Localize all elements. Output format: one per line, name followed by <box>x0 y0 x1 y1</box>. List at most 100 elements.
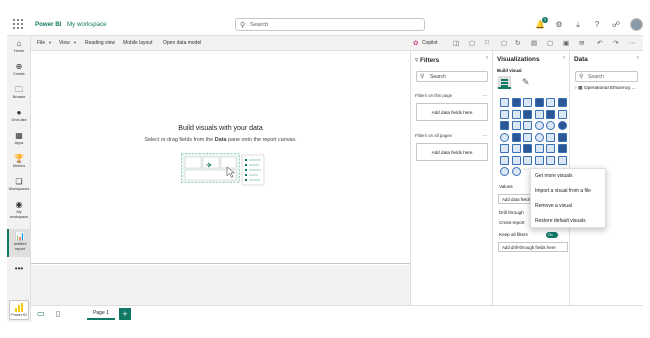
smart-narrative-icon[interactable] <box>534 155 544 165</box>
drill-through-drop-zone[interactable]: Add drill-through fields here <box>498 242 568 252</box>
all-pages-filter-drop-zone[interactable]: Add data fields here <box>416 143 488 161</box>
comment-icon[interactable]: ▢ <box>469 39 475 47</box>
insert-visual-icon[interactable]: ◫ <box>453 39 459 47</box>
format-icon[interactable]: ▢ <box>547 39 553 47</box>
text-box-icon[interactable]: □ <box>485 39 489 46</box>
pie-chart-icon[interactable] <box>534 121 544 130</box>
build-visual-tab-icon[interactable] <box>498 76 511 89</box>
more-options-icon[interactable]: ⋯ <box>629 39 636 47</box>
mobile-view-icon[interactable]: ▯ <box>56 309 60 318</box>
stacked-column-chart-icon[interactable] <box>511 98 521 107</box>
stacked-area-chart-icon[interactable] <box>523 109 532 119</box>
settings-icon[interactable]: ⚙ <box>554 20 564 30</box>
data-search-input[interactable]: ⚲ Search <box>575 71 638 82</box>
card-icon[interactable] <box>546 132 555 142</box>
nav-metrics[interactable]: 🏆 Metrics <box>7 154 31 169</box>
more-options-icon[interactable]: ... <box>483 132 487 138</box>
mobile-layout-button[interactable]: Mobile layout <box>123 40 152 46</box>
r-script-visual-icon[interactable] <box>546 144 555 153</box>
download-icon[interactable]: ⤓ <box>573 20 583 30</box>
nav-create[interactable]: ⊕ Create <box>7 62 31 77</box>
share-icon[interactable]: ☍ <box>611 20 621 30</box>
line-and-column-chart-icon[interactable] <box>534 109 544 119</box>
funnel-chart-icon[interactable] <box>511 121 521 130</box>
notification-icon[interactable]: 🔔 3 <box>535 16 548 30</box>
power-bi-switcher[interactable]: Power BI <box>9 300 29 320</box>
app-title[interactable]: Power BI <box>35 21 61 28</box>
matrix-icon[interactable] <box>534 144 544 153</box>
workspace-link[interactable]: My workspace <box>67 21 107 28</box>
azure-map-icon[interactable] <box>523 132 532 142</box>
copilot-button[interactable]: Copilot <box>422 40 438 46</box>
100-stacked-column-chart-icon[interactable] <box>557 98 567 107</box>
map-icon[interactable] <box>500 132 509 142</box>
filters-search-input[interactable]: ⚲ Search <box>416 71 488 82</box>
nav-more-icon[interactable]: ••• <box>7 264 31 273</box>
slicer-icon[interactable] <box>511 144 521 153</box>
undo-icon[interactable]: ↶ <box>597 39 602 47</box>
keep-all-filters-toggle[interactable]: On <box>546 232 558 238</box>
ribbon-chart-icon[interactable] <box>557 109 567 119</box>
remove-visual-menu-item[interactable]: Remove a visual <box>535 203 572 209</box>
subscribe-icon[interactable]: ✉ <box>579 39 584 47</box>
multi-row-card-icon[interactable] <box>557 132 567 142</box>
gauge-icon[interactable] <box>534 132 544 142</box>
table-icon[interactable] <box>523 144 532 153</box>
stacked-bar-chart-icon[interactable] <box>500 98 509 107</box>
restore-default-visuals-menu-item[interactable]: Restore default visuals <box>535 218 586 224</box>
line-and-clustered-column-icon[interactable] <box>546 109 555 119</box>
treemap-icon[interactable] <box>557 121 567 130</box>
nav-my-workspace[interactable]: ◉ My workspace <box>7 200 31 220</box>
get-more-visuals-menu-item[interactable]: Get more visuals <box>535 173 573 179</box>
paginated-report-icon[interactable] <box>546 155 555 165</box>
page-tab-1[interactable]: Page 1 <box>87 308 115 320</box>
export-icon[interactable]: ▤ <box>531 39 537 47</box>
nav-apps[interactable]: ▦ Apps <box>7 131 31 146</box>
redo-icon[interactable]: ↷ <box>613 39 618 47</box>
nav-untitled-report[interactable]: 📊 Untitled report <box>7 229 31 257</box>
scatter-chart-icon[interactable] <box>523 121 532 130</box>
user-avatar[interactable] <box>630 18 643 31</box>
kpi-icon[interactable] <box>500 144 509 153</box>
open-data-model-button[interactable]: Open data model <box>163 40 201 46</box>
data-table-item[interactable]: › ▦ Operational Efficiency ... <box>575 86 641 91</box>
power-apps-icon[interactable] <box>557 155 567 165</box>
nav-workspaces[interactable]: ❏ Workspaces <box>7 177 31 192</box>
waterfall-chart-icon[interactable] <box>500 121 509 130</box>
more-visuals-icon[interactable] <box>511 167 521 176</box>
nav-browse[interactable]: 🗀 Browse <box>7 85 31 100</box>
filled-map-icon[interactable] <box>511 132 521 142</box>
100-stacked-bar-chart-icon[interactable] <box>546 98 555 107</box>
apps-waffle-icon[interactable] <box>13 19 23 29</box>
file-menu[interactable]: File <box>37 40 45 46</box>
help-icon[interactable]: ? <box>592 20 602 30</box>
clustered-bar-chart-icon[interactable] <box>523 98 532 107</box>
qna-icon[interactable] <box>523 155 532 165</box>
donut-chart-icon[interactable] <box>546 121 555 130</box>
more-options-icon[interactable]: ... <box>483 92 487 98</box>
power-automate-icon[interactable] <box>500 167 509 176</box>
refresh-icon[interactable]: ↻ <box>515 39 520 47</box>
reading-view-button[interactable]: Reading view <box>85 40 115 46</box>
decomposition-tree-icon[interactable] <box>511 155 521 165</box>
collapse-data-icon[interactable]: › <box>637 55 639 61</box>
bookmark-icon[interactable]: ▣ <box>563 39 569 47</box>
nav-home[interactable]: ⌂ Home <box>7 39 31 54</box>
global-search-input[interactable]: ⚲ Search <box>235 18 425 31</box>
add-page-button[interactable]: + <box>119 308 131 320</box>
collapse-visualizations-icon[interactable]: › <box>563 55 565 61</box>
python-visual-icon[interactable] <box>557 144 567 153</box>
format-visual-tab-icon[interactable]: ✎ <box>522 76 535 89</box>
line-chart-icon[interactable] <box>500 109 509 119</box>
nav-onelake[interactable]: ● OneLake <box>7 108 31 123</box>
clustered-column-chart-icon[interactable] <box>534 98 544 107</box>
import-visual-menu-item[interactable]: Import a visual from a file <box>535 188 591 194</box>
collapse-filters-icon[interactable]: › <box>486 55 488 61</box>
area-chart-icon[interactable] <box>511 109 521 119</box>
page-filter-drop-zone[interactable]: Add data fields here <box>416 103 488 121</box>
desktop-view-icon[interactable]: ▭ <box>37 309 45 318</box>
report-canvas[interactable]: Build visuals with your data Select or d… <box>31 51 410 264</box>
view-menu[interactable]: View <box>59 40 70 46</box>
key-influencers-icon[interactable] <box>500 155 509 165</box>
shapes-icon[interactable]: ▢ <box>501 39 507 47</box>
